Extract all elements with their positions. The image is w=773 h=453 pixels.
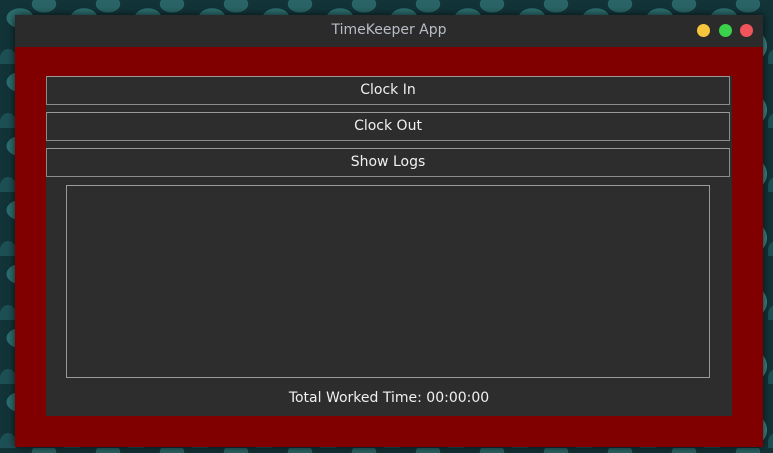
close-icon[interactable] bbox=[740, 24, 753, 37]
logs-text-area[interactable] bbox=[66, 185, 710, 378]
maximize-icon[interactable] bbox=[719, 24, 732, 37]
total-worked-time-label: Total Worked Time: 00:00:00 bbox=[288, 390, 490, 406]
clock-in-button[interactable]: Clock In bbox=[46, 76, 730, 105]
app-window: TimeKeeper App Clock In Clock Out Show L… bbox=[15, 15, 763, 447]
title-bar[interactable]: TimeKeeper App bbox=[15, 15, 763, 47]
window-title: TimeKeeper App bbox=[331, 22, 447, 38]
clock-out-button[interactable]: Clock Out bbox=[46, 112, 730, 141]
show-logs-button[interactable]: Show Logs bbox=[46, 148, 730, 177]
app-frame: Clock In Clock Out Show Logs Total Worke… bbox=[15, 47, 763, 447]
main-panel: Clock In Clock Out Show Logs Total Worke… bbox=[46, 76, 732, 416]
minimize-icon[interactable] bbox=[697, 24, 710, 37]
